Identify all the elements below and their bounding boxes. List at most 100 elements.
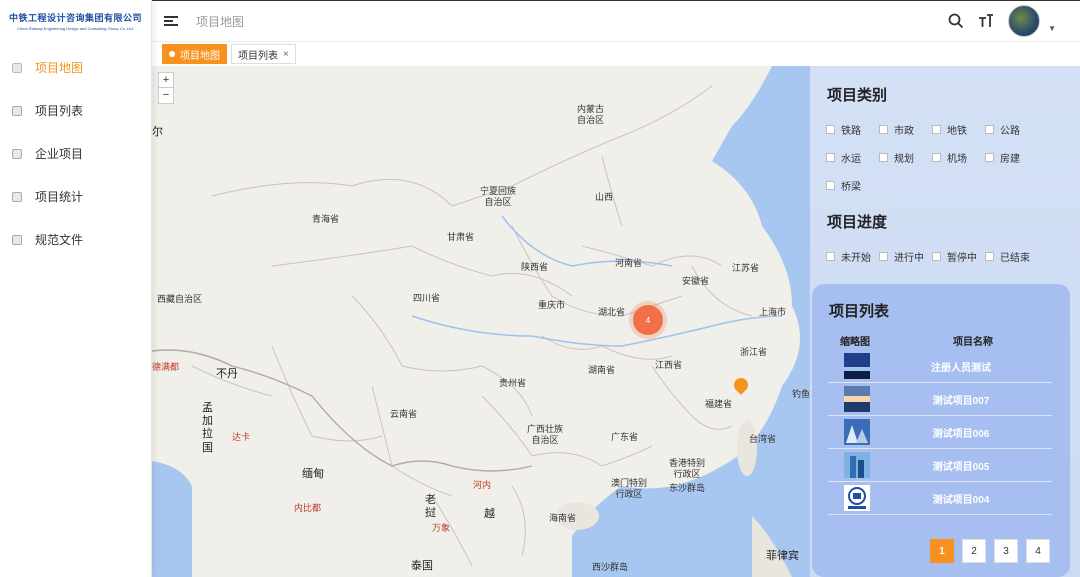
- filter-label: 桥梁: [841, 181, 861, 193]
- filter-in-progress[interactable]: 进行中: [879, 242, 932, 270]
- sidebar-item-project-list[interactable]: 项目列表: [0, 89, 151, 132]
- page-button-3[interactable]: 3: [994, 539, 1018, 563]
- checkbox[interactable]: [985, 124, 994, 134]
- map-label-shaanxi: 陕西省: [521, 262, 549, 272]
- sidebar: 中铁工程设计咨询集团有限公司 China Railway Engineering…: [0, 0, 152, 577]
- filter-not-started[interactable]: 未开始: [826, 242, 879, 270]
- checkbox[interactable]: [826, 251, 835, 261]
- top-header: 项目地图 ▼: [152, 0, 1080, 42]
- table-row[interactable]: 注册人员测试: [828, 350, 1052, 383]
- map-label-naypyidaw: 内比都: [294, 503, 322, 513]
- filter-airport[interactable]: 机场: [932, 143, 985, 171]
- close-icon[interactable]: ×: [283, 49, 289, 60]
- filter-label: 机场: [947, 153, 967, 165]
- map-label-vietnam: 越: [484, 508, 495, 520]
- checkbox[interactable]: [932, 251, 941, 261]
- search-icon[interactable]: [948, 13, 964, 29]
- project-cluster-marker[interactable]: 4: [633, 305, 663, 335]
- filter-metro[interactable]: 地铁: [932, 115, 985, 143]
- sidebar-item-enterprise-projects[interactable]: 企业项目: [0, 132, 151, 175]
- sidebar-item-project-stats[interactable]: 项目统计: [0, 175, 151, 218]
- checkbox[interactable]: [879, 152, 888, 162]
- project-thumbnail: [844, 419, 870, 445]
- category-filters: 铁路 市政 地铁 公路 水运 规划 机场 房建 桥梁: [826, 115, 1056, 199]
- filter-label: 水运: [841, 153, 861, 165]
- table-row[interactable]: 测试项目005: [828, 449, 1052, 482]
- column-thumbnail: 缩略图: [840, 337, 870, 348]
- zoom-in-button[interactable]: +: [159, 73, 173, 88]
- checkbox[interactable]: [879, 124, 888, 134]
- filter-bridge[interactable]: 桥梁: [826, 171, 879, 199]
- font-size-icon[interactable]: [978, 13, 994, 29]
- map-label-hainan: 海南省: [549, 513, 577, 523]
- map-label-philippines: 菲律宾: [766, 550, 799, 562]
- checkbox[interactable]: [932, 152, 941, 162]
- filter-label: 市政: [894, 125, 914, 137]
- list-icon: [12, 105, 22, 116]
- checkbox[interactable]: [879, 251, 888, 261]
- zoom-out-button[interactable]: −: [159, 88, 173, 103]
- project-thumbnail: [844, 386, 870, 412]
- project-thumbnail: [844, 452, 870, 478]
- checkbox[interactable]: [826, 152, 835, 162]
- project-name: 测试项目004: [932, 494, 990, 506]
- chevron-down-icon[interactable]: ▼: [1048, 24, 1056, 33]
- checkbox[interactable]: [985, 152, 994, 162]
- filter-paused[interactable]: 暂停中: [932, 242, 985, 270]
- map-label-shanxi: 山西: [595, 192, 614, 202]
- sidebar-item-spec-files[interactable]: 规范文件: [0, 218, 151, 261]
- avatar[interactable]: [1008, 5, 1041, 37]
- map-label-neimenggu: 内蒙古 自治区: [577, 104, 605, 125]
- map-label-hunan: 湖南省: [588, 365, 616, 375]
- checkbox[interactable]: [985, 251, 994, 261]
- building-icon: [12, 148, 22, 159]
- filter-railway[interactable]: 铁路: [826, 115, 879, 143]
- filter-waterway[interactable]: 水运: [826, 143, 879, 171]
- map-label-hubei: 湖北省: [598, 307, 626, 317]
- map-label-gansu: 甘肃省: [447, 232, 475, 242]
- filter-municipal[interactable]: 市政: [879, 115, 932, 143]
- filter-planning[interactable]: 规划: [879, 143, 932, 171]
- checkbox[interactable]: [932, 124, 941, 134]
- map-label-bangladesh: 孟 加 拉 国: [202, 402, 213, 454]
- progress-filters: 未开始 进行中 暂停中 已结束: [826, 242, 1056, 270]
- table-row[interactable]: 测试项目004: [828, 482, 1052, 515]
- company-logo[interactable]: 中铁工程设计咨询集团有限公司 China Railway Engineering…: [0, 0, 151, 42]
- sidebar-menu: 项目地图 项目列表 企业项目 项目统计 规范文件: [0, 46, 151, 261]
- active-dot-icon: [169, 51, 175, 57]
- map-label-jiangsu: 江苏省: [732, 263, 760, 273]
- filter-finished[interactable]: 已结束: [985, 242, 1038, 270]
- project-list-card: 项目列表 缩略图 项目名称 注册人员测试 测试项目007 测试项目006 测试项…: [812, 284, 1070, 577]
- checkbox[interactable]: [826, 180, 835, 190]
- table-row[interactable]: 测试项目007: [828, 383, 1052, 416]
- map-label-shanghai: 上海市: [759, 307, 787, 317]
- map-label-fujian: 福建省: [705, 399, 733, 409]
- checkbox[interactable]: [826, 124, 835, 134]
- menu-toggle-icon[interactable]: [164, 16, 178, 26]
- tab-project-list[interactable]: 项目列表 ×: [231, 44, 296, 64]
- progress-title: 项目进度: [827, 214, 888, 231]
- filter-building[interactable]: 房建: [985, 143, 1038, 171]
- page-button-1[interactable]: 1: [930, 539, 954, 563]
- filter-label: 铁路: [841, 125, 861, 137]
- project-name: 测试项目005: [932, 461, 990, 473]
- filter-highway[interactable]: 公路: [985, 115, 1038, 143]
- page-button-2[interactable]: 2: [962, 539, 986, 563]
- table-row[interactable]: 测试项目006: [828, 416, 1052, 449]
- sidebar-item-label: 项目统计: [35, 190, 84, 204]
- filter-label: 已结束: [1000, 252, 1030, 264]
- sidebar-item-project-map[interactable]: 项目地图: [0, 46, 151, 89]
- header-actions: ▼: [948, 5, 1056, 37]
- map-label-zhejiang: 浙江省: [740, 347, 768, 357]
- chart-icon: [12, 191, 22, 202]
- filter-label: 公路: [1000, 125, 1020, 137]
- tab-project-map[interactable]: 项目地图: [162, 44, 227, 64]
- logo-text-en: China Railway Engineering Design and Con…: [17, 26, 134, 31]
- map-label-hanoi: 河内: [473, 480, 492, 490]
- tab-label: 项目列表: [238, 50, 278, 62]
- map-label-hongkong: 香港特别 行政区: [669, 458, 706, 479]
- project-name: 测试项目007: [932, 395, 990, 407]
- map-label-qinghai: 青海省: [312, 214, 340, 224]
- page-button-4[interactable]: 4: [1026, 539, 1050, 563]
- map-label-guangxi: 广西壮族 自治区: [527, 424, 564, 445]
